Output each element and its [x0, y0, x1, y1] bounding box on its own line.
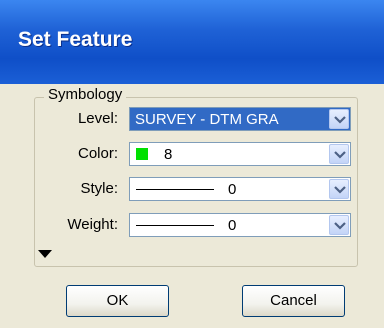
level-dropdown-button[interactable] [329, 109, 349, 129]
weight-dropdown[interactable]: 0 [129, 213, 351, 237]
color-value: 8 [164, 146, 173, 163]
level-dropdown[interactable]: SURVEY - DTM GRA [129, 107, 351, 131]
chevron-down-icon [334, 116, 346, 124]
title-bar[interactable]: Set Feature [0, 0, 384, 84]
level-value: SURVEY - DTM GRA [135, 111, 279, 128]
chevron-down-icon [334, 222, 346, 230]
color-swatch [136, 148, 148, 160]
color-label: Color: [77, 145, 118, 162]
dialog-title: Set Feature [18, 28, 133, 51]
weight-dropdown-button[interactable] [329, 215, 349, 235]
chevron-down-icon [334, 186, 346, 194]
symbology-group-label: Symbology [44, 86, 127, 103]
ok-button[interactable]: OK [66, 285, 169, 317]
line-style-icon [136, 189, 214, 190]
line-weight-icon [136, 225, 214, 226]
chevron-down-icon [334, 151, 346, 159]
weight-value: 0 [228, 217, 237, 234]
style-value: 0 [228, 181, 237, 198]
style-label: Style: [80, 180, 118, 197]
style-dropdown[interactable]: 0 [129, 177, 351, 201]
weight-label: Weight: [67, 216, 118, 233]
triangle-down-icon[interactable] [38, 250, 52, 259]
cancel-button[interactable]: Cancel [242, 285, 345, 317]
color-dropdown[interactable]: 8 [129, 142, 351, 166]
style-dropdown-button[interactable] [329, 179, 349, 199]
color-dropdown-button[interactable] [329, 144, 349, 164]
level-label: Level: [77, 110, 118, 127]
